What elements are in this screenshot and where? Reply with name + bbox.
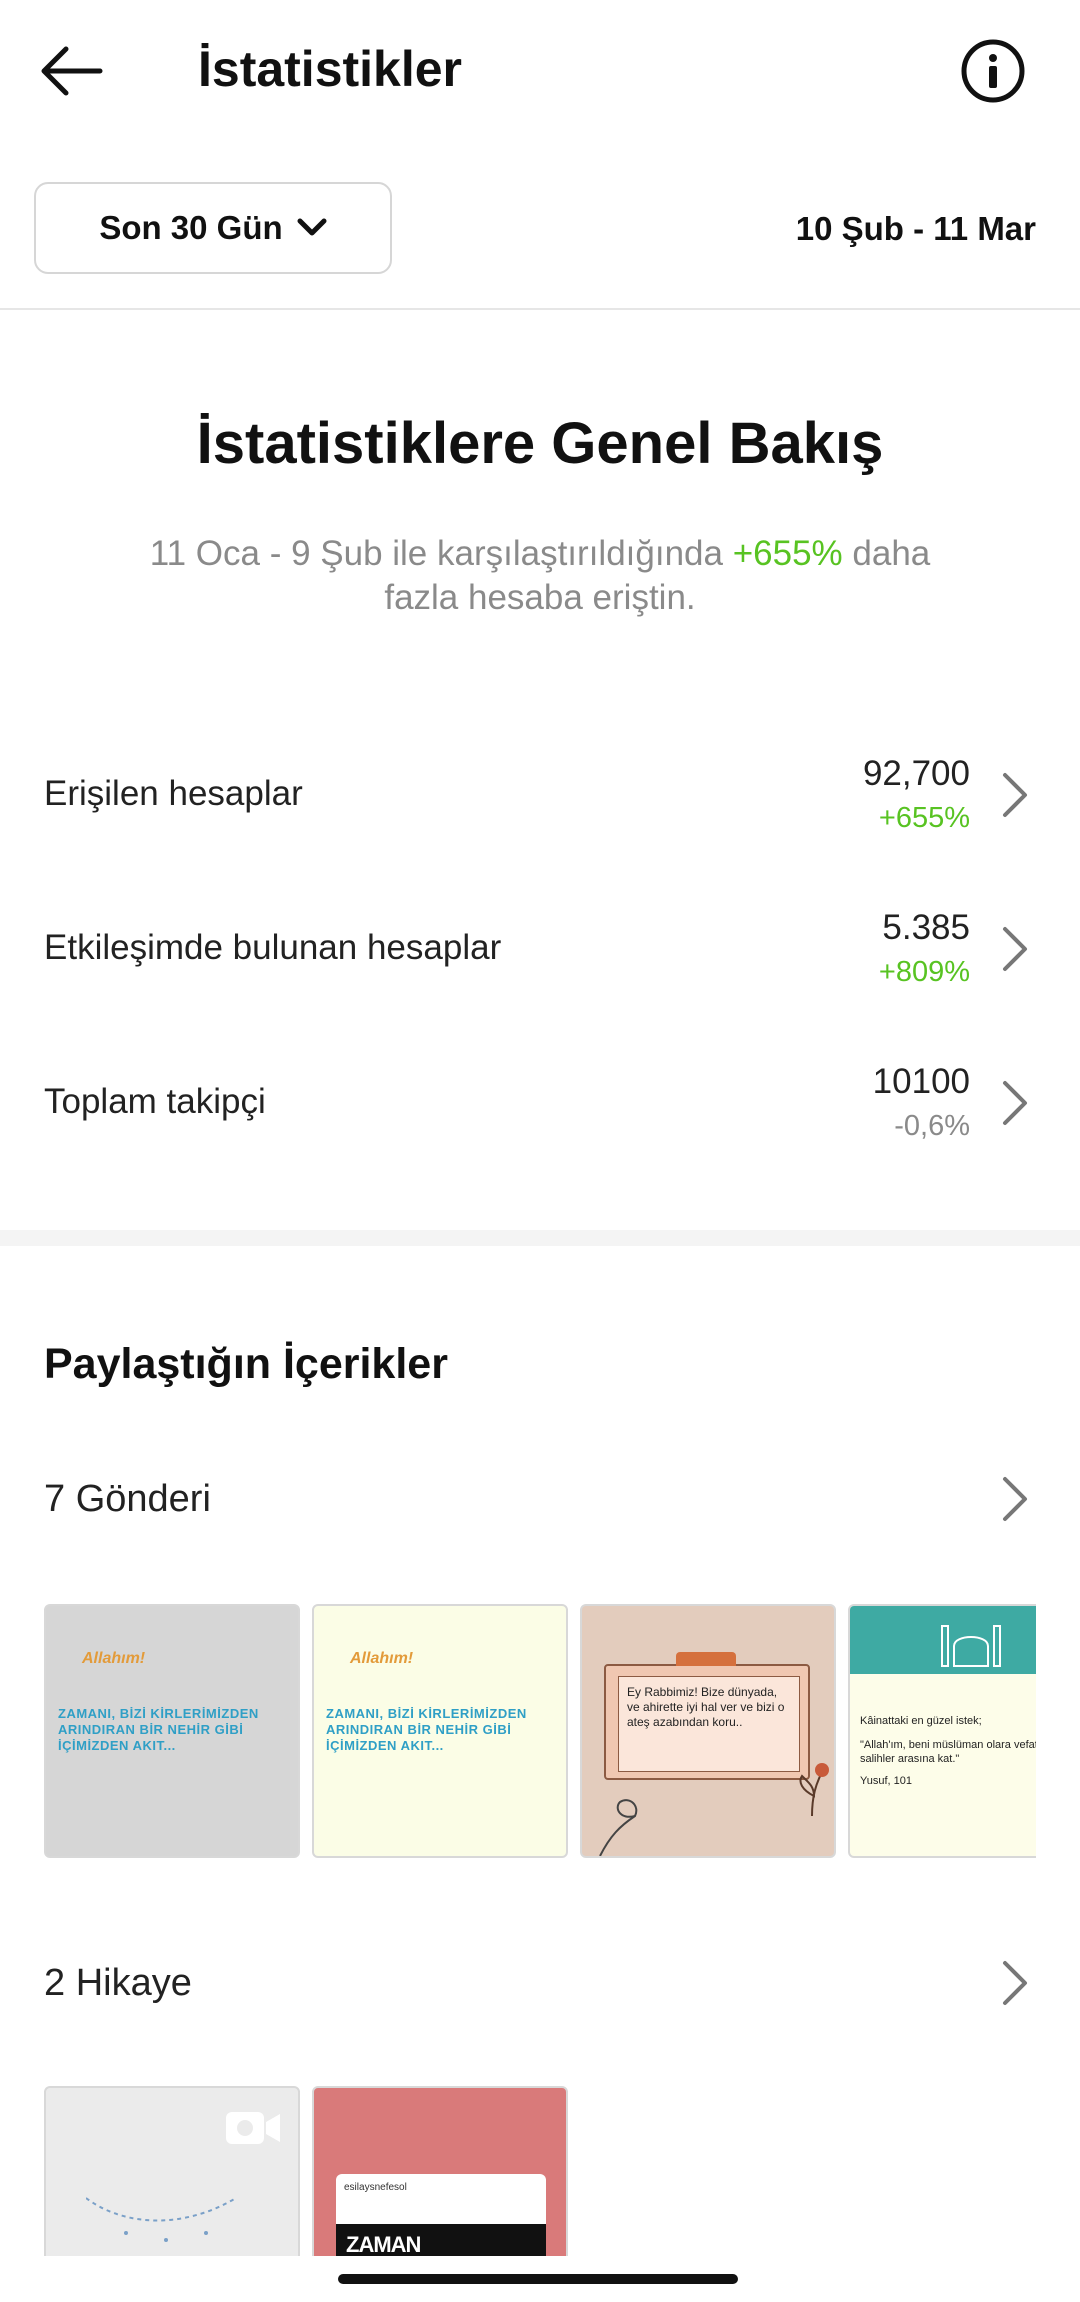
metric-row-reached[interactable]: Erişilen hesaplar 92,700 +655% bbox=[0, 750, 1080, 860]
post-kicker: Allahım! bbox=[82, 1650, 146, 1667]
story-handle: esilaysnefesol bbox=[344, 2182, 407, 2193]
info-button[interactable] bbox=[960, 38, 1026, 104]
flower-icon bbox=[799, 1763, 829, 1816]
chevron-right-icon bbox=[1003, 773, 1027, 817]
story-headline: ZAMAN DARALIYOR bbox=[346, 2232, 421, 2256]
chevron-right-icon bbox=[1003, 1477, 1027, 1521]
metric-change: -0,6% bbox=[894, 1110, 970, 1142]
chevron-right-icon bbox=[1003, 1081, 1027, 1125]
chevron-down-icon bbox=[297, 218, 327, 236]
post-thumbnail[interactable]: Ey Rabbimiz! Bize dünyada, ve ahirette i… bbox=[580, 1604, 836, 1858]
date-range-dropdown[interactable]: Son 30 Gün bbox=[34, 182, 392, 274]
post-thumbnail[interactable]: Allahım! ZAMANI, BİZİ KİRLERİMİZDEN ARIN… bbox=[312, 1604, 568, 1858]
page-title: İstatistikler bbox=[198, 41, 463, 97]
mosque-banner bbox=[850, 1606, 1036, 1674]
post-text: ZAMANI, BİZİ KİRLERİMİZDEN ARINDIRAN BİR… bbox=[326, 1706, 527, 1753]
info-icon bbox=[961, 39, 1025, 103]
leaf-icon bbox=[599, 1799, 638, 1856]
back-button[interactable] bbox=[38, 36, 118, 106]
mosque-icon bbox=[941, 1625, 1001, 1667]
stories-count-label: 2 Hikaye bbox=[44, 1962, 192, 2004]
note-card: Ey Rabbimiz! Bize dünyada, ve ahirette i… bbox=[604, 1652, 810, 1780]
filter-row: Son 30 Gün 10 Şub - 11 Mar bbox=[0, 182, 1080, 278]
overview-sub-prefix: 11 Oca - 9 Şub ile karşılaştırıldığında bbox=[149, 534, 723, 573]
metric-row-followers[interactable]: Toplam takipçi 10100 -0,6% bbox=[0, 1058, 1080, 1168]
post-text-line1: Kâinattaki en güzel istek; bbox=[860, 1715, 982, 1727]
garland-icon bbox=[86, 2197, 236, 2242]
metric-label: Toplam takipçi bbox=[44, 1082, 266, 1121]
post-text: Ey Rabbimiz! Bize dünyada, ve ahirette i… bbox=[618, 1676, 800, 1772]
post-text: Kâinattaki en güzel istek; "Allah'ım, be… bbox=[860, 1714, 1036, 1788]
metric-change: +809% bbox=[878, 956, 970, 988]
chevron-right-icon bbox=[1003, 1961, 1027, 2005]
posts-thumbnails: Allahım! ZAMANI, BİZİ KİRLERİMİZDEN ARIN… bbox=[44, 1604, 1036, 1860]
folder-tab bbox=[676, 1652, 736, 1666]
divider bbox=[0, 308, 1080, 310]
video-icon bbox=[226, 2112, 280, 2144]
app-header: İstatistikler bbox=[0, 0, 1080, 140]
posts-row[interactable]: 7 Gönderi bbox=[0, 1468, 1080, 1538]
home-indicator[interactable] bbox=[338, 2274, 738, 2284]
section-separator bbox=[0, 1230, 1080, 1246]
metric-value: 5.385 bbox=[882, 908, 970, 947]
date-range-dropdown-label: Son 30 Gün bbox=[99, 209, 283, 246]
post-kicker: Allahım! bbox=[350, 1650, 414, 1667]
post-thumbnail[interactable]: Allahım! ZAMANI, BİZİ KİRLERİMİZDEN ARIN… bbox=[44, 1604, 300, 1858]
stories-thumbnails: esilaysnefesol ZAMAN DARALIYOR bbox=[44, 2086, 584, 2256]
post-thumbnail[interactable]: Kâinattaki en güzel istek; "Allah'ım, be… bbox=[848, 1604, 1036, 1858]
arrow-left-icon bbox=[41, 46, 103, 96]
overview-sub-pct: +655% bbox=[732, 534, 843, 573]
post-text-line3: Yusuf, 101 bbox=[860, 1775, 912, 1787]
metric-row-engaged[interactable]: Etkileşimde bulunan hesaplar 5.385 +809% bbox=[0, 904, 1080, 1014]
metric-change: +655% bbox=[878, 802, 970, 834]
story-thumbnail[interactable] bbox=[44, 2086, 300, 2256]
date-range-text: 10 Şub - 11 Mar bbox=[795, 210, 1036, 247]
story-thumbnail[interactable]: esilaysnefesol ZAMAN DARALIYOR bbox=[312, 2086, 568, 2256]
metric-label: Etkileşimde bulunan hesaplar bbox=[44, 928, 502, 967]
post-text: ZAMANI, BİZİ KİRLERİMİZDEN ARINDIRAN BİR… bbox=[58, 1706, 259, 1753]
post-text-line2: "Allah'ım, beni müslüman olara vefat ett… bbox=[860, 1739, 1036, 1765]
chevron-right-icon bbox=[1003, 927, 1027, 971]
overview-subtitle: 11 Oca - 9 Şub ile karşılaştırıldığında … bbox=[110, 532, 970, 620]
content-section-title: Paylaştığın İçerikler bbox=[44, 1340, 448, 1388]
metric-value: 92,700 bbox=[862, 754, 970, 793]
metric-value: 10100 bbox=[872, 1062, 970, 1101]
posts-count-label: 7 Gönderi bbox=[44, 1478, 211, 1520]
metric-label: Erişilen hesaplar bbox=[44, 774, 303, 813]
story-card: esilaysnefesol ZAMAN DARALIYOR bbox=[336, 2174, 546, 2256]
stories-row[interactable]: 2 Hikaye bbox=[0, 1952, 1080, 2022]
overview-title: İstatistiklere Genel Bakış bbox=[196, 411, 884, 476]
